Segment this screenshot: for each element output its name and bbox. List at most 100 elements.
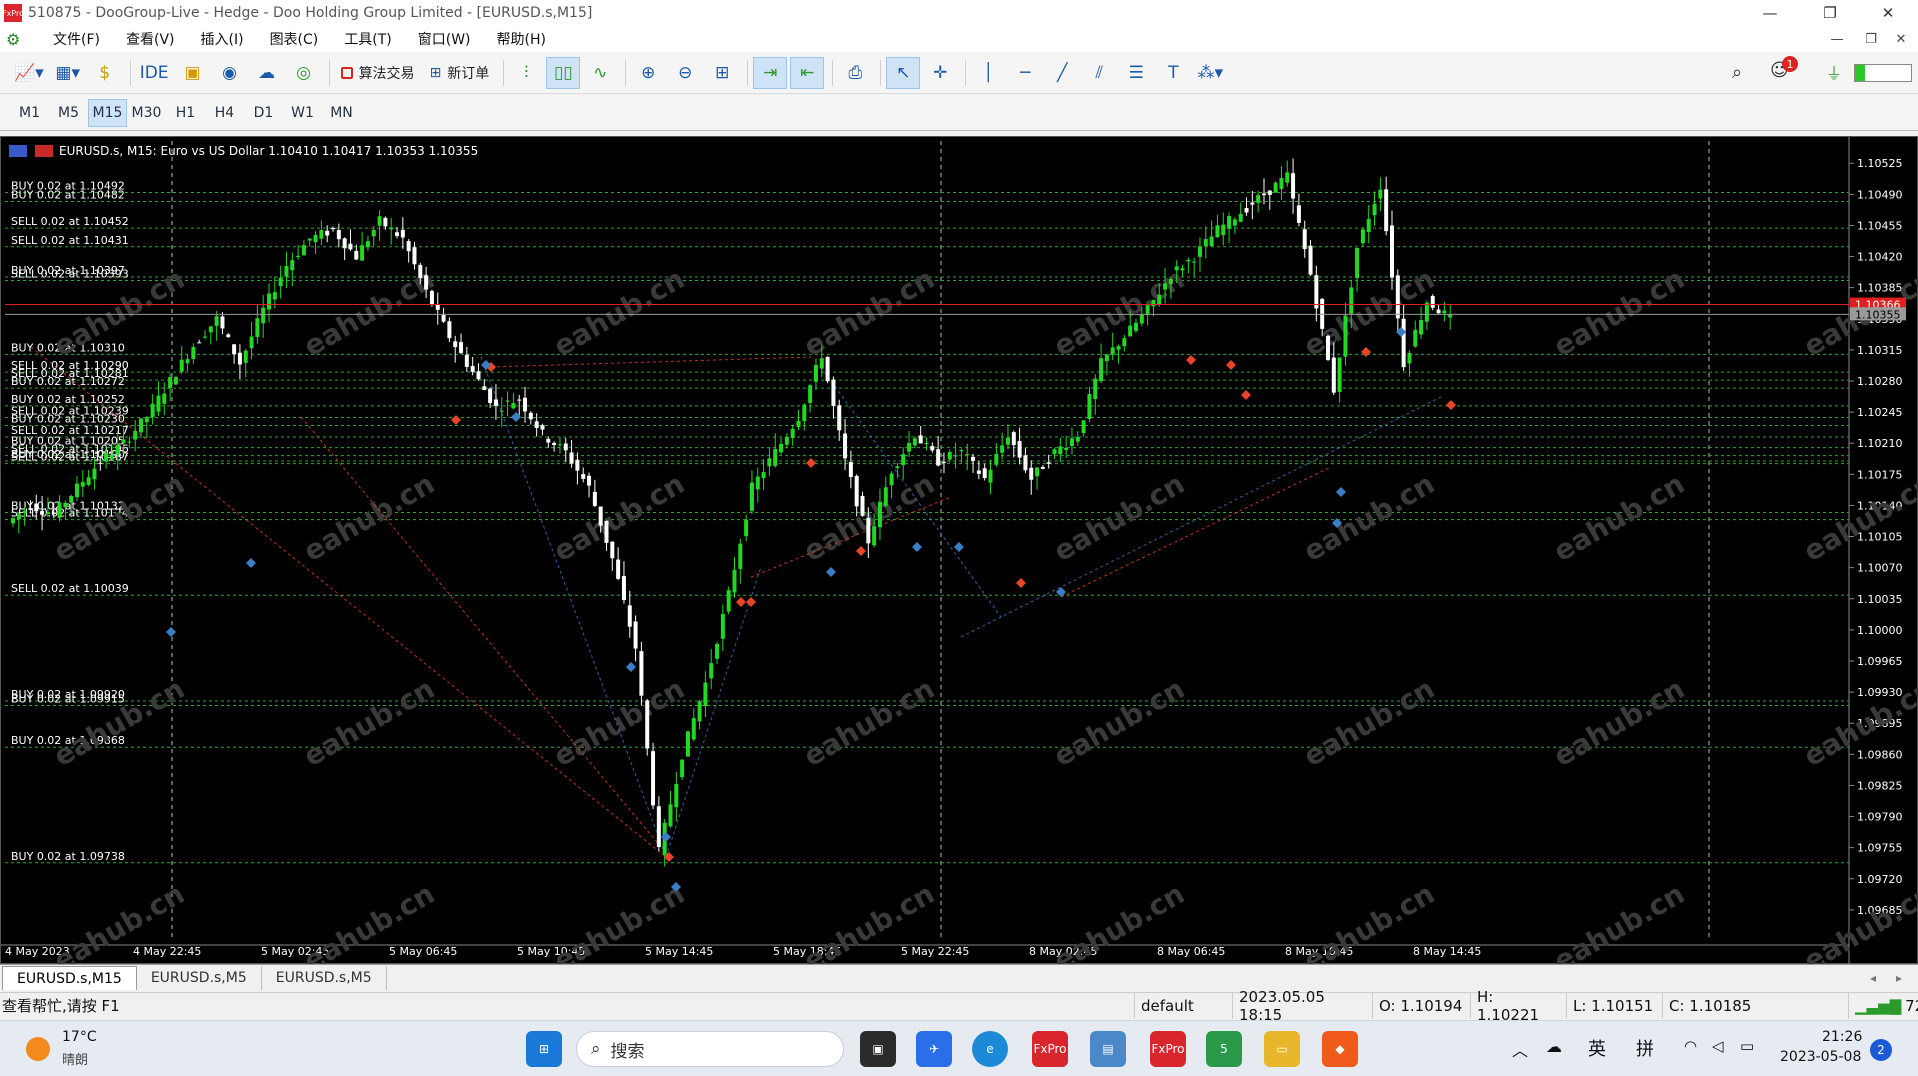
tf-m1[interactable]: M1 <box>10 99 49 127</box>
clock-date[interactable]: 2023-05-08 <box>1780 1049 1861 1065</box>
cloud-icon[interactable]: ☁ <box>250 57 284 89</box>
price-chart[interactable]: 1.10525 1.10490 1.10455 1.10420 1.10385 1.103… <box>0 136 1918 965</box>
line-chart-icon[interactable]: ∿ <box>583 57 617 89</box>
fibonacci-icon[interactable]: ☰ <box>1119 57 1153 89</box>
menu-help[interactable]: 帮助(H) <box>484 29 559 49</box>
onedrive-icon[interactable]: ☁ <box>1546 1037 1562 1056</box>
candle-body <box>179 359 184 372</box>
status-help: 查看帮忙,请按 F1 <box>2 997 120 1015</box>
restore-button[interactable]: ❐ <box>1800 0 1860 26</box>
menu-insert[interactable]: 插入(I) <box>188 29 257 49</box>
tf-m5[interactable]: M5 <box>49 99 88 127</box>
tf-mn[interactable]: MN <box>322 99 361 127</box>
volume-icon[interactable]: ◁ <box>1712 1037 1724 1055</box>
tf-h1[interactable]: H1 <box>166 99 205 127</box>
algo-trading-button[interactable]: 算法交易 <box>335 57 421 89</box>
search-icon[interactable]: ⌕ <box>1732 62 1742 83</box>
search-icon: ⌕ <box>591 1039 601 1059</box>
tf-h4[interactable]: H4 <box>205 99 244 127</box>
tf-d1[interactable]: D1 <box>244 99 283 127</box>
app-orange-icon[interactable]: ◆ <box>1322 1031 1358 1067</box>
clock-time[interactable]: 21:26 <box>1822 1029 1862 1045</box>
tab-scroll-left-icon[interactable]: ◂ <box>1870 971 1876 985</box>
ide-button[interactable]: IDE <box>136 57 173 89</box>
order-label: SELL 0.02 at 1.10452 <box>11 215 129 228</box>
notification-count-badge[interactable]: 2 <box>1870 1039 1892 1061</box>
weather-sun-icon[interactable] <box>26 1037 50 1061</box>
weather-temp[interactable]: 17°C <box>62 1029 97 1045</box>
battery-icon[interactable]: ▭ <box>1740 1037 1754 1055</box>
signal-icon[interactable]: ⏚ <box>1826 60 1842 84</box>
bar-chart-icon[interactable]: ⫶ <box>509 57 543 89</box>
market-bag-icon[interactable]: ▣ <box>176 57 210 89</box>
feishu-icon[interactable]: ✈ <box>916 1031 952 1067</box>
taskbar-search[interactable]: ⌕ 搜索 <box>576 1031 844 1067</box>
zoom-out-icon[interactable]: ⊖ <box>668 57 702 89</box>
candle-body <box>1064 448 1069 451</box>
vps-icon[interactable]: ◎ <box>287 57 321 89</box>
trendline-icon[interactable]: ╱ <box>1045 57 1079 89</box>
candle-body <box>482 386 487 391</box>
horizontal-line-icon[interactable]: ─ <box>1008 57 1042 89</box>
candle-body <box>563 443 568 451</box>
shapes-icon[interactable]: ⁂▾ <box>1193 57 1227 89</box>
candlestick-icon[interactable]: ▯▯ <box>546 56 581 89</box>
candle-body <box>779 443 784 453</box>
zoom-in-icon[interactable]: ⊕ <box>631 57 665 89</box>
candle-body <box>1314 275 1319 309</box>
cursor-icon[interactable]: ↖ <box>886 56 921 89</box>
chart-canvas[interactable]: 1.105251.104901.104551.104201.103851.103… <box>1 137 1918 965</box>
channel-icon[interactable]: ⫽ <box>1082 57 1116 89</box>
menu-window[interactable]: 窗口(W) <box>405 29 484 49</box>
tab-scroll-right-icon[interactable]: ▸ <box>1896 971 1902 985</box>
screenshot-icon[interactable]: ⎙ <box>838 57 872 89</box>
tray-chevron-icon[interactable]: ︿ <box>1512 1037 1528 1061</box>
candle-body <box>819 358 824 369</box>
menu-app-icon[interactable]: ⚙ <box>6 30 28 49</box>
input-lang-en[interactable]: 英 <box>1588 1035 1606 1061</box>
doc-close-button[interactable]: ✕ <box>1886 26 1916 52</box>
fxpro-icon-2[interactable]: FxPro <box>1150 1031 1186 1067</box>
tab-eurusd-m5-2[interactable]: EURUSD.s,M5 <box>262 966 387 990</box>
minimize-button[interactable]: — <box>1740 0 1800 26</box>
watermark-text: eahub.cn <box>1298 672 1440 773</box>
task-view-icon[interactable]: ▣ <box>860 1031 896 1067</box>
candle-body <box>80 482 85 487</box>
tab-eurusd-m15[interactable]: EURUSD.s,M15 <box>2 966 137 990</box>
chart-shift-icon[interactable]: ⇤ <box>790 56 825 89</box>
menu-view[interactable]: 查看(V) <box>113 29 188 49</box>
edge-icon[interactable]: e <box>972 1031 1008 1067</box>
tab-eurusd-m5[interactable]: EURUSD.s,M5 <box>137 966 262 990</box>
weather-desc[interactable]: 晴朗 <box>62 1049 88 1068</box>
menu-tools[interactable]: 工具(T) <box>331 29 404 49</box>
chart-template-icon[interactable]: ▦▾ <box>51 57 85 89</box>
close-button[interactable]: ✕ <box>1858 0 1918 26</box>
candle-body <box>232 344 237 355</box>
vertical-line-icon[interactable]: │ <box>971 57 1005 89</box>
chart-type-icon[interactable]: 📈▾ <box>10 57 48 89</box>
app-icon[interactable]: ▤ <box>1090 1031 1126 1067</box>
tf-w1[interactable]: W1 <box>283 99 322 127</box>
dollar-icon[interactable]: $ <box>88 57 122 89</box>
tile-windows-icon[interactable]: ⊞ <box>705 57 739 89</box>
new-order-button[interactable]: ⊞ 新订单 <box>424 57 496 89</box>
mt5-icon[interactable]: 5 <box>1206 1031 1242 1067</box>
menu-file[interactable]: 文件(F) <box>40 29 113 49</box>
wifi-icon[interactable]: ◠ <box>1684 1037 1697 1055</box>
tf-m30[interactable]: M30 <box>127 99 166 127</box>
folder-icon[interactable]: ▭ <box>1264 1031 1300 1067</box>
timeframe-bar: M1 M5 M15 M30 H1 H4 D1 W1 MN <box>0 95 1918 131</box>
doc-minimize-button[interactable]: — <box>1822 26 1852 52</box>
candle-body <box>1285 172 1290 183</box>
menu-charts[interactable]: 图表(C) <box>257 29 332 49</box>
windows-start-icon[interactable]: ⊞ <box>526 1031 562 1067</box>
signals-icon[interactable]: ◉ <box>213 57 247 89</box>
crosshair-icon[interactable]: ✛ <box>923 57 957 89</box>
tf-m15[interactable]: M15 <box>88 98 127 127</box>
candle-body <box>511 403 516 409</box>
autoscroll-icon[interactable]: ⇥ <box>753 56 788 89</box>
doc-restore-button[interactable]: ❐ <box>1856 26 1886 52</box>
fxpro-icon[interactable]: FxPro <box>1032 1031 1068 1067</box>
text-icon[interactable]: T <box>1156 57 1190 89</box>
input-lang-pinyin[interactable]: 拼 <box>1636 1035 1654 1061</box>
